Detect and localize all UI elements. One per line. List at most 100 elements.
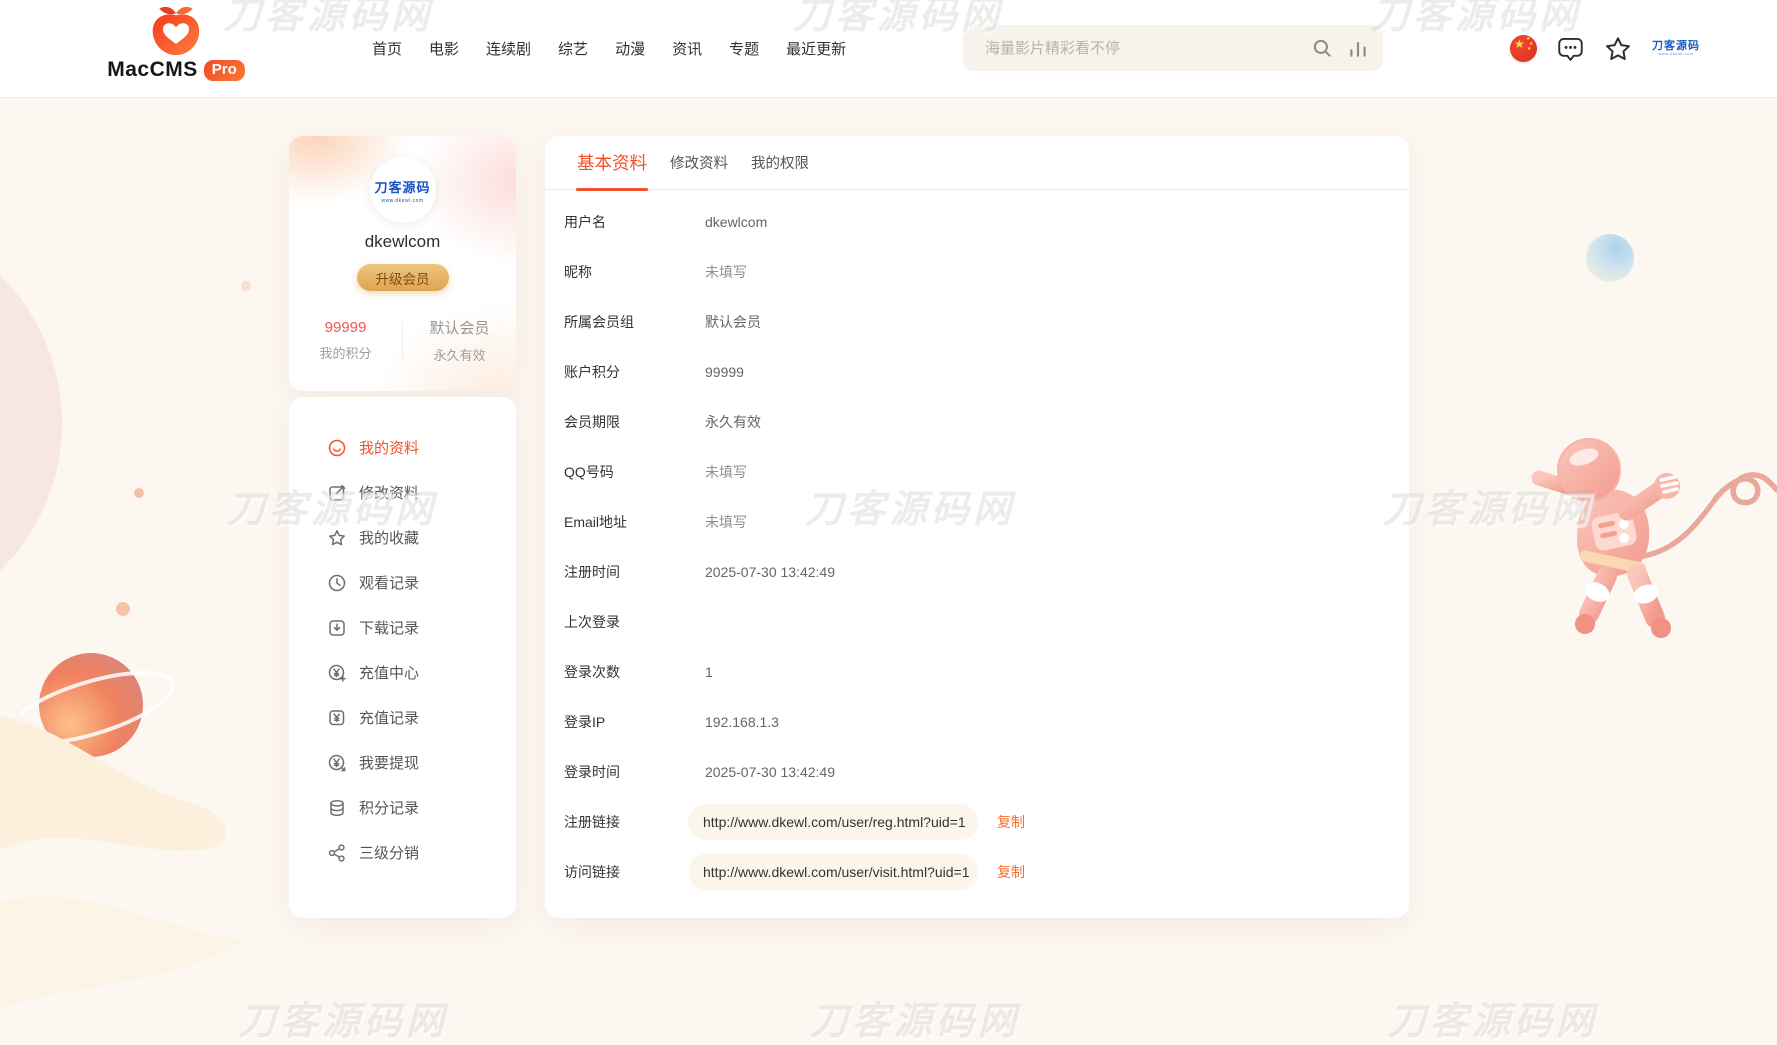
decor-dot	[116, 602, 130, 616]
main-nav: 首页 电影 连续剧 综艺 动漫 资讯 专题 最近更新	[372, 0, 846, 97]
sidebar-item-我的资料[interactable]: 我的资料	[289, 425, 516, 470]
messages-icon[interactable]	[1557, 35, 1584, 62]
profile-card: 刀客源码 www.dkewl.com dkewlcom 升级会员 99999我的…	[289, 136, 516, 391]
row-label: 上次登录	[564, 612, 705, 632]
stat-value: 99999	[289, 319, 402, 336]
language-flag-icon[interactable]: ★ ★ ★ ★	[1510, 35, 1537, 62]
copy-button[interactable]: 复制	[997, 812, 1025, 832]
recharge-center-icon	[327, 663, 347, 683]
sidebar-item-充值中心[interactable]: 充值中心	[289, 650, 516, 695]
nav-item-2[interactable]: 电影	[429, 38, 459, 59]
saturn-planet-illustration	[20, 630, 180, 780]
sidebar-item-label: 积分记录	[359, 797, 419, 818]
sidebar-item-下载记录[interactable]: 下载记录	[289, 605, 516, 650]
sidebar-item-修改资料[interactable]: 修改资料	[289, 470, 516, 515]
stat-2: 默认会员永久有效	[403, 317, 516, 364]
info-row-用户名: 用户名dkewlcom	[564, 197, 1390, 247]
recharge-record-icon	[327, 708, 347, 728]
row-label: 用户名	[564, 212, 705, 232]
nav-item-8[interactable]: 最近更新	[786, 38, 846, 59]
search-input[interactable]	[963, 40, 1311, 57]
cream-ribbon-illustration	[0, 688, 330, 1008]
row-value: 未填写	[705, 262, 747, 282]
watermark: 刀客源码网	[1383, 478, 1593, 533]
row-label: 登录次数	[564, 662, 705, 682]
rankings-chart-icon[interactable]	[1347, 37, 1369, 59]
main-content-card: 基本资料修改资料我的权限 用户名dkewlcom昵称未填写所属会员组默认会员账户…	[545, 136, 1409, 918]
avatar: 刀客源码 www.dkewl.com	[370, 157, 436, 223]
sidebar-item-label: 三级分销	[359, 842, 419, 863]
row-value: dkewlcom	[705, 214, 767, 230]
info-row-上次登录: 上次登录	[564, 597, 1390, 647]
row-label: 访问链接	[564, 862, 688, 882]
row-value: 永久有效	[705, 412, 761, 432]
favorites-star-icon[interactable]	[1604, 35, 1632, 63]
info-row-昵称: 昵称未填写	[564, 247, 1390, 297]
row-label: QQ号码	[564, 462, 705, 482]
sidebar-item-三级分销[interactable]: 三级分销	[289, 830, 516, 875]
sidebar-item-label: 我的资料	[359, 437, 419, 458]
site-logo[interactable]: MacCMS Pro	[98, 5, 254, 82]
nav-item-1[interactable]: 首页	[372, 38, 402, 59]
nav-item-3[interactable]: 连续剧	[486, 38, 531, 59]
nav-item-7[interactable]: 专题	[729, 38, 759, 59]
sidebar-item-我要提现[interactable]: 我要提现	[289, 740, 516, 785]
left-pale-circle-decor	[0, 216, 62, 630]
sidebar-item-充值记录[interactable]: 充值记录	[289, 695, 516, 740]
row-label: 注册时间	[564, 562, 705, 582]
profile-smiley-icon	[327, 438, 347, 458]
astronaut-illustration	[1525, 428, 1777, 660]
decor-dot	[134, 488, 144, 498]
row-value: 默认会员	[705, 312, 761, 332]
row-value: 192.168.1.3	[705, 714, 779, 730]
tab-我的权限[interactable]: 我的权限	[751, 136, 809, 189]
copy-button[interactable]: 复制	[997, 862, 1025, 882]
sidebar-item-观看记录[interactable]: 观看记录	[289, 560, 516, 605]
sidebar-item-label: 充值记录	[359, 707, 419, 728]
avatar-logo-subtext: www.dkewl.com	[381, 198, 423, 204]
upgrade-member-button[interactable]: 升级会员	[357, 264, 449, 291]
withdraw-icon	[327, 753, 347, 773]
dkewl-mini-logo[interactable]: 刀客源码 www.dkewl.com	[1652, 40, 1700, 56]
tab-修改资料[interactable]: 修改资料	[670, 136, 728, 189]
logo-brand-text: MacCMS	[107, 58, 198, 82]
avatar-logo-text: 刀客源码	[374, 177, 430, 196]
info-row-注册时间: 注册时间2025-07-30 13:42:49	[564, 547, 1390, 597]
watermark: 刀客源码网	[810, 990, 1020, 1045]
info-row-QQ号码: QQ号码未填写	[564, 447, 1390, 497]
row-value: 2025-07-30 13:42:49	[705, 564, 835, 580]
info-row-所属会员组: 所属会员组默认会员	[564, 297, 1390, 347]
sidebar-item-我的收藏[interactable]: 我的收藏	[289, 515, 516, 560]
link-url-field[interactable]: http://www.dkewl.com/user/reg.html?uid=1	[688, 804, 978, 840]
dkewl-mini-logo-subtext: www.dkewl.com	[1652, 52, 1700, 56]
row-label: 注册链接	[564, 812, 688, 832]
link-url-field[interactable]: http://www.dkewl.com/user/visit.html?uid…	[688, 854, 978, 890]
info-row-账户积分: 账户积分99999	[564, 347, 1390, 397]
row-value: 未填写	[705, 462, 747, 482]
watermark: 刀客源码网	[238, 990, 448, 1045]
row-label: 登录IP	[564, 712, 705, 732]
sidebar-item-label: 我的收藏	[359, 527, 419, 548]
star-icon	[327, 528, 347, 548]
nav-item-6[interactable]: 资讯	[672, 38, 702, 59]
logo-fruit-icon	[148, 5, 204, 57]
sidebar-item-label: 下载记录	[359, 617, 419, 638]
sidebar-item-积分记录[interactable]: 积分记录	[289, 785, 516, 830]
stat-label: 我的积分	[289, 343, 402, 362]
header: MacCMS Pro 首页 电影 连续剧 综艺 动漫 资讯 专题 最近更新 ★ ★ ★ ★	[0, 0, 1777, 98]
profile-stats: 99999 我的积分默认会员永久有效	[289, 317, 516, 364]
nav-item-4[interactable]: 综艺	[558, 38, 588, 59]
points-record-icon	[327, 798, 347, 818]
row-label: 登录时间	[564, 762, 705, 782]
stat-label: 永久有效	[403, 345, 516, 364]
sidebar-item-label: 我要提现	[359, 752, 419, 773]
tab-基本资料[interactable]: 基本资料	[577, 136, 647, 189]
decor-dot	[241, 281, 251, 291]
blue-planet-illustration	[1586, 234, 1634, 282]
header-icons: ★ ★ ★ ★ 刀客源码 www.dkewl.com	[1510, 0, 1700, 97]
search-icon[interactable]	[1311, 37, 1333, 59]
nav-item-5[interactable]: 动漫	[615, 38, 645, 59]
page: { "header": { "logo": { "brand": "MacCMS…	[0, 0, 1777, 1008]
stat-value: 默认会员	[403, 317, 516, 338]
info-row-登录IP: 登录IP192.168.1.3	[564, 697, 1390, 747]
